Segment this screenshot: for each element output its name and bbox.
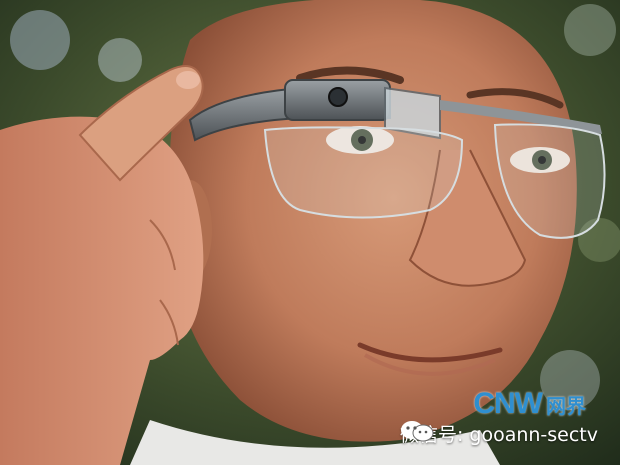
watermark-logo: CNW 网界: [473, 387, 586, 421]
photo: CNW 网界 微信号: gooann-sectv: [0, 0, 620, 465]
wechat-icon: [400, 421, 434, 442]
wechat-watermark: 微信号: gooann-sectv: [400, 420, 598, 447]
logo-latin-text: CNW: [473, 387, 543, 420]
logo-cjk-text: 网界: [546, 394, 586, 418]
face: [169, 0, 577, 442]
